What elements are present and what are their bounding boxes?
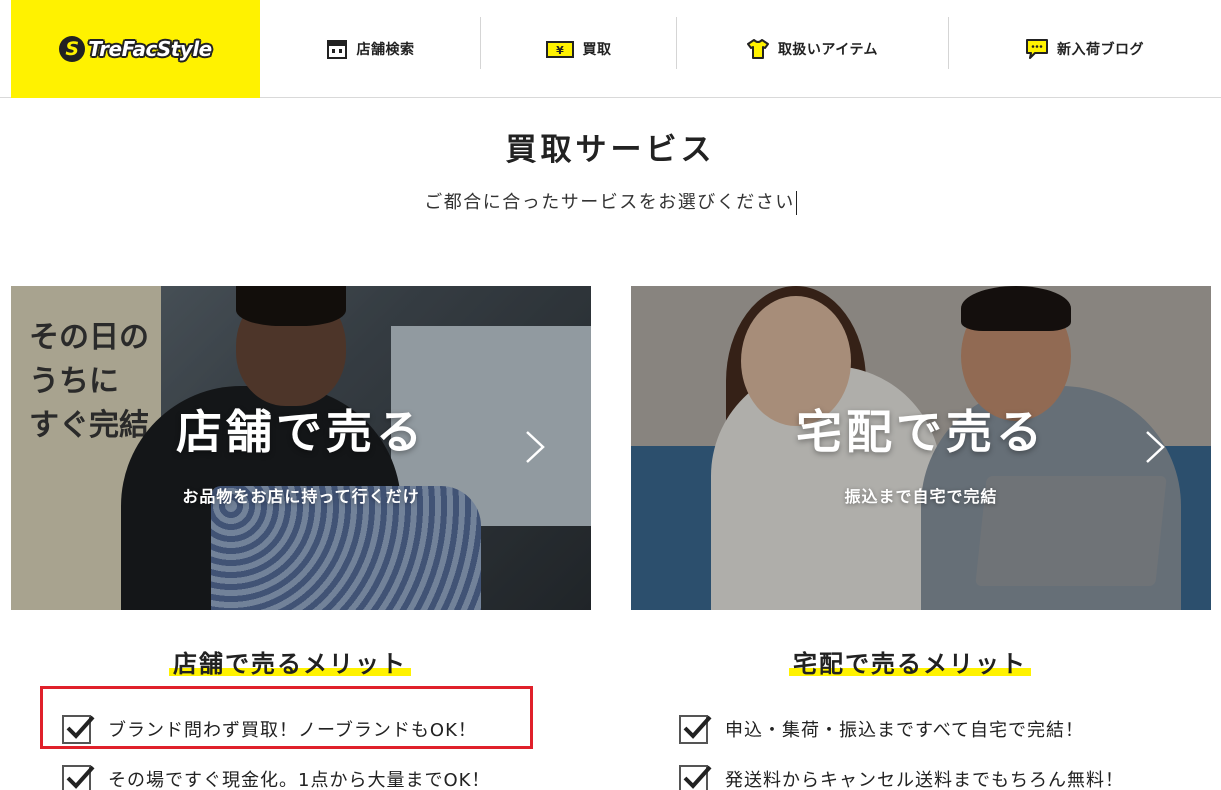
page-subtitle-text: ご都合に合ったサービスをお選びください xyxy=(424,192,795,213)
store-icon xyxy=(326,39,348,59)
site-logo[interactable]: S TreFacStyle xyxy=(11,0,260,98)
nav-new-arrival-blog[interactable]: 新入荷ブログ xyxy=(949,0,1221,98)
merit-item: 発送料からキャンセル送料までもちろん無料！ xyxy=(679,754,1124,790)
page-subtitle: ご都合に合ったサービスをお選びください xyxy=(0,188,1221,215)
logo-mark-icon: S xyxy=(59,36,86,62)
checkbox-checked-icon xyxy=(62,764,95,790)
nav-label: 買取 xyxy=(582,42,612,58)
delivery-merits-title: 宅配で売るメリット xyxy=(789,644,1031,679)
chevron-right-icon xyxy=(1146,431,1165,463)
sell-in-store-card[interactable]: その日のうちにすぐ完結 店舗で売る お品物をお店に持って行くだけ xyxy=(11,286,591,610)
yen-icon: ¥ xyxy=(545,39,574,59)
checkbox-checked-icon xyxy=(679,764,712,790)
nav-items-handled[interactable]: 取扱いアイテム xyxy=(677,0,948,98)
logo-text: TreFacStyle xyxy=(88,37,212,61)
text-caret xyxy=(795,191,797,215)
checkbox-checked-icon xyxy=(679,714,712,744)
highlight-annotation-box xyxy=(40,686,533,749)
nav-label: 店舗検索 xyxy=(356,42,415,58)
page-title: 買取サービス xyxy=(505,132,716,168)
nav-label: 新入荷ブログ xyxy=(1057,42,1144,58)
tshirt-icon xyxy=(746,39,769,59)
svg-text:¥: ¥ xyxy=(556,44,564,57)
nav-buy[interactable]: ¥ 買取 xyxy=(481,0,676,98)
chat-bubble-icon xyxy=(1026,39,1048,59)
merit-text: 申込・集荷・振込まですべて自宅で完結！ xyxy=(725,720,1085,741)
merit-text: 発送料からキャンセル送料までもちろん無料！ xyxy=(725,770,1124,790)
site-header: S TreFacStyle 店舗検索 ¥ 買取 取扱いアイテム 新入荷ブログ xyxy=(0,0,1221,98)
merit-item: 申込・集荷・振込まですべて自宅で完結！ xyxy=(679,704,1124,754)
card-subtitle: お品物をお店に持って行くだけ xyxy=(182,487,420,506)
sell-by-delivery-card[interactable]: 宅配で売る 振込まで自宅で完結 xyxy=(631,286,1211,610)
merit-text: その場ですぐ現金化。1点から大量までOK！ xyxy=(108,770,491,790)
store-merits-title: 店舗で売るメリット xyxy=(169,644,411,679)
nav-store-search[interactable]: 店舗検索 xyxy=(260,0,480,98)
main-nav: 店舗検索 ¥ 買取 取扱いアイテム 新入荷ブログ xyxy=(260,0,1221,98)
card-title: 宅配で売る xyxy=(796,405,1046,459)
delivery-merits-list: 申込・集荷・振込まですべて自宅で完結！ 発送料からキャンセル送料までもちろん無料… xyxy=(679,704,1124,790)
card-title: 店舗で売る xyxy=(176,405,426,459)
chevron-right-icon xyxy=(526,431,545,463)
merit-item: その場ですぐ現金化。1点から大量までOK！ xyxy=(62,754,490,790)
nav-label: 取扱いアイテム xyxy=(777,42,879,58)
card-subtitle: 振込まで自宅で完結 xyxy=(844,487,998,506)
